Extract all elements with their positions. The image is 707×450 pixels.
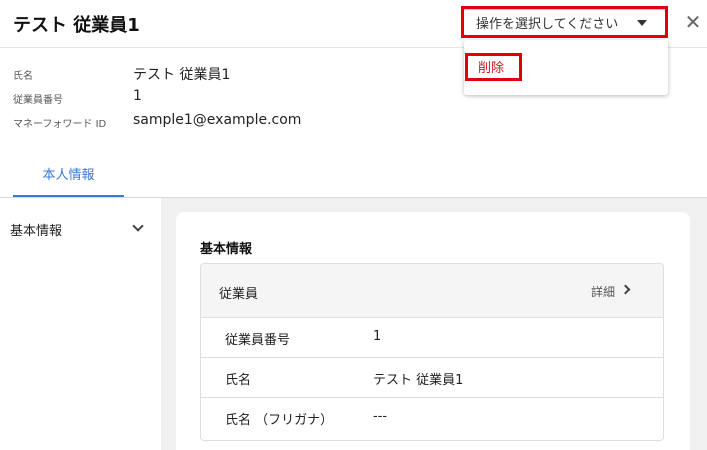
caret-down-icon xyxy=(637,20,647,26)
row-label: 氏名 xyxy=(225,373,252,388)
row-value: 1 xyxy=(373,329,382,344)
employee-info-box: 従業員 詳細 従業員番号 1 氏名 テスト 従業員1 氏名 （フリガナ） --- xyxy=(200,263,664,441)
chevron-right-icon[interactable] xyxy=(620,284,631,295)
main-content: 基本情報 従業員 詳細 従業員番号 1 氏名 テスト 従業員1 氏名 （フリガナ… xyxy=(161,198,707,450)
table-row: 氏名 （フリガナ） --- xyxy=(201,398,663,438)
info-card: 基本情報 従業員 詳細 従業員番号 1 氏名 テスト 従業員1 氏名 （フリガナ… xyxy=(176,212,690,450)
detail-link[interactable]: 詳細 xyxy=(591,283,615,300)
chevron-down-icon[interactable] xyxy=(132,220,144,232)
side-nav: 基本情報 xyxy=(0,198,161,450)
row-value: テスト 従業員1 xyxy=(373,373,464,388)
action-dropdown-menu: 削除 xyxy=(464,40,668,95)
box-header: 従業員 詳細 xyxy=(201,264,663,318)
table-row: 氏名 テスト 従業員1 xyxy=(201,358,663,398)
action-select[interactable]: 操作を選択してください xyxy=(463,9,666,36)
summary-value-moneyforward-id: sample1@example.com xyxy=(133,112,302,128)
action-select-label: 操作を選択してください xyxy=(476,17,619,32)
tab-personal-info[interactable]: 本人情報 xyxy=(13,162,124,198)
row-label: 氏名 （フリガナ） xyxy=(225,413,334,428)
summary-label-employee-number: 従業員番号 xyxy=(13,95,63,106)
row-label: 従業員番号 xyxy=(225,333,291,348)
summary-label-moneyforward-id: マネーフォワード ID xyxy=(13,119,107,130)
close-button[interactable]: ✕ xyxy=(682,11,704,33)
section-title: 基本情報 xyxy=(200,242,253,257)
box-header-title: 従業員 xyxy=(219,287,259,302)
row-value: --- xyxy=(373,409,388,424)
summary-label-name: 氏名 xyxy=(13,71,33,82)
table-row: 従業員番号 1 xyxy=(201,318,663,358)
summary-value-name: テスト 従業員1 xyxy=(133,67,231,83)
sidenav-item-basic-info[interactable]: 基本情報 xyxy=(10,220,62,239)
page-title: テスト 従業員1 xyxy=(13,15,140,36)
summary-value-employee-number: 1 xyxy=(133,88,142,104)
menu-item-delete[interactable]: 削除 xyxy=(478,57,504,76)
employee-detail-page: テスト 従業員1 操作を選択してください ✕ 削除 氏名 テスト 従業員1 従業… xyxy=(0,0,707,450)
